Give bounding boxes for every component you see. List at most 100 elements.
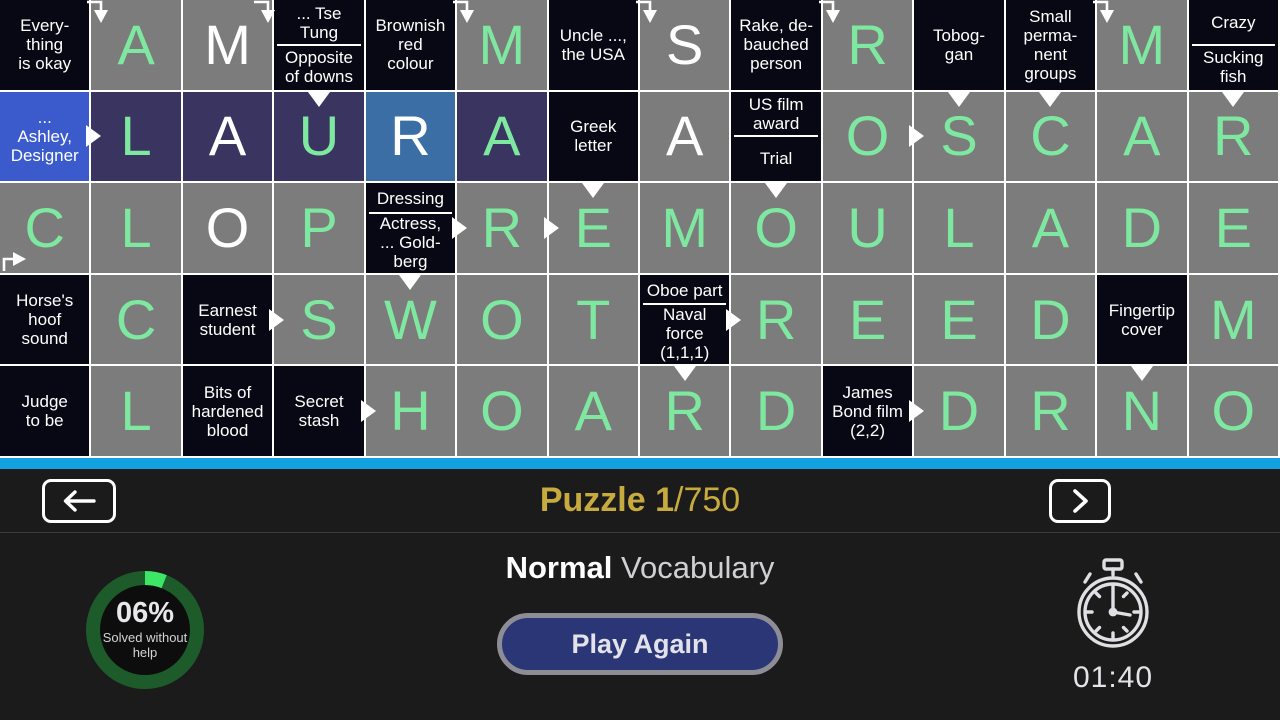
vocabulary-label: Vocabulary <box>612 550 775 585</box>
clue-text: James Bond film (2,2) <box>832 382 903 440</box>
grid-letter: M <box>1118 12 1166 76</box>
grid-letter-cell[interactable]: R <box>731 274 821 365</box>
grid-letter-cell[interactable]: M <box>640 183 730 273</box>
grid-letter-cell[interactable]: O <box>457 366 547 456</box>
grid-letter-cell[interactable]: C <box>0 183 90 273</box>
grid-clue-cell[interactable]: Secret stash <box>274 366 364 456</box>
clue-text: Tobog-gan <box>933 25 985 64</box>
grid-letter-cell[interactable]: L <box>914 183 1004 273</box>
grid-letter-cell[interactable]: T <box>548 274 638 365</box>
grid-letter-cell[interactable]: M <box>457 0 547 90</box>
grid-clue-cell[interactable]: Tobog-gan <box>914 0 1004 90</box>
grid-letter-cell[interactable]: A <box>1005 183 1096 273</box>
grid-letter-cell[interactable]: O <box>1188 366 1278 456</box>
grid-letter-cell[interactable]: A <box>457 91 547 182</box>
grid-clue-cell[interactable]: Uncle ..., the USA <box>548 0 638 90</box>
clue-text-top: Crazy <box>1191 2 1275 46</box>
grid-letter-cell[interactable]: D <box>731 366 821 456</box>
grid-letter-cell[interactable]: A <box>1097 91 1187 182</box>
grid-letter-cell[interactable]: R <box>457 183 547 273</box>
grid-letter-cell[interactable]: L <box>91 366 181 456</box>
grid-letter-cell[interactable]: R <box>822 0 913 90</box>
crossword-grid[interactable]: O N R D James Bond film (2,2) D R A O H Secret stash B… <box>0 0 1280 458</box>
grid-letter-cell[interactable]: C <box>91 274 181 365</box>
grid-letter-cell[interactable]: E <box>548 183 638 273</box>
grid-clue-cell-split[interactable]: US film award Trial <box>731 91 821 182</box>
grid-letter: A <box>208 104 247 168</box>
grid-letter-cell[interactable]: A <box>182 91 273 182</box>
grid-letter: U <box>847 195 888 259</box>
grid-letter-cell[interactable]: R <box>365 91 456 182</box>
grid-letter: O <box>754 195 798 259</box>
grid-clue-cell[interactable]: Small perma-nent groups <box>1005 0 1096 90</box>
grid-letter-cell[interactable]: O <box>731 183 821 273</box>
grid-letter-cell[interactable]: M <box>1188 274 1278 365</box>
grid-letter: W <box>383 287 437 351</box>
grid-letter-cell[interactable]: D <box>914 366 1004 456</box>
grid-letter-cell[interactable]: L <box>91 91 181 182</box>
grid-clue-cell-split[interactable]: ... Tse Tung Opposite of downs <box>274 0 364 90</box>
grid-clue-cell[interactable]: Earnest student <box>182 274 273 365</box>
vocabulary-level-value: Normal <box>505 550 613 585</box>
progress-ring: 06% Solved without help <box>81 566 209 694</box>
grid-letter-cell[interactable]: M <box>182 0 273 90</box>
grid-letter-cell[interactable]: R <box>1005 366 1096 456</box>
grid-letter: A <box>666 104 704 168</box>
grid-letter-cell[interactable]: A <box>91 0 181 90</box>
grid-clue-cell[interactable]: James Bond film (2,2) <box>822 366 913 456</box>
grid-letter-cell[interactable]: H <box>365 366 456 456</box>
grid-letter-cell[interactable]: N <box>1097 366 1187 456</box>
grid-letter-cell[interactable]: O <box>822 91 913 182</box>
clue-text-top: Oboe part <box>643 277 727 306</box>
play-again-label: Play Again <box>571 628 709 659</box>
grid-clue-cell[interactable]: Bits of hardened blood <box>182 366 273 456</box>
grid-clue-cell[interactable]: Horse's hoof sound <box>0 274 90 365</box>
clue-text: Fingertip cover <box>1108 300 1175 339</box>
grid-letter-cell[interactable]: S <box>914 91 1004 182</box>
grid-clue-cell-split[interactable]: Oboe part Naval force (1,1,1) <box>640 274 730 365</box>
grid-letter-cell[interactable]: P <box>274 183 364 273</box>
grid-letter: D <box>1121 195 1163 259</box>
clue-text-top: US film award <box>734 94 818 138</box>
progress-percent: 06% <box>115 597 175 630</box>
grid-letter-cell[interactable]: A <box>548 366 638 456</box>
grid-clue-cell[interactable]: Every-thing is okay <box>0 0 90 90</box>
grid-letter-cell[interactable]: O <box>182 183 273 273</box>
clue-text-bottom: Actress,... Gold-berg <box>379 213 442 271</box>
grid-letter-cell[interactable]: R <box>640 366 730 456</box>
grid-letter-cell[interactable]: E <box>822 274 913 365</box>
grid-letter-cell[interactable]: M <box>1097 0 1187 90</box>
grid-letter-cell[interactable]: D <box>1005 274 1096 365</box>
grid-letter-cell[interactable]: S <box>640 0 730 90</box>
puzzle-number: 1 <box>655 481 674 519</box>
grid-letter-cell[interactable]: W <box>365 274 456 365</box>
grid-letter-cell[interactable]: L <box>91 183 181 273</box>
clue-text: Bits of hardened blood <box>191 382 264 440</box>
grid-clue-cell[interactable]: Rake, de-bauched person <box>731 0 821 90</box>
grid-clue-cell[interactable]: Judge to be <box>0 366 90 456</box>
grid-letter-cell[interactable]: U <box>274 91 364 182</box>
grid-clue-cell-split[interactable]: Crazy Sucking fish <box>1188 0 1278 90</box>
grid-letter: L <box>120 104 152 168</box>
clue-text-bottom: Trial <box>759 148 793 168</box>
grid-letter-cell[interactable]: U <box>822 183 913 273</box>
clue-text: Brownish red colour <box>375 16 446 74</box>
grid-clue-cell[interactable]: Greek letter <box>548 91 638 182</box>
next-puzzle-button[interactable] <box>1049 478 1111 523</box>
grid-letter-cell[interactable]: C <box>1005 91 1096 182</box>
grid-letter-cell[interactable]: A <box>640 91 730 182</box>
grid-clue-cell[interactable]: ... Ashley, Designer <box>0 91 90 182</box>
grid-letter: O <box>205 195 250 259</box>
grid-clue-cell[interactable]: Fingertip cover <box>1097 274 1187 365</box>
grid-letter-cell[interactable]: R <box>1188 91 1278 182</box>
grid-letter-cell[interactable]: E <box>914 274 1004 365</box>
grid-letter-cell[interactable]: D <box>1097 183 1187 273</box>
grid-letter-cell[interactable]: E <box>1188 183 1278 273</box>
grid-clue-cell[interactable]: Brownish red colour <box>365 0 456 90</box>
grid-clue-cell-split[interactable]: Dressing Actress,... Gold-berg <box>365 183 456 273</box>
previous-puzzle-button[interactable] <box>42 478 116 523</box>
grid-letter-cell[interactable]: S <box>274 274 364 365</box>
grid-letter: A <box>1031 195 1070 259</box>
grid-letter-cell[interactable]: O <box>457 274 547 365</box>
play-again-button[interactable]: Play Again <box>497 613 783 675</box>
